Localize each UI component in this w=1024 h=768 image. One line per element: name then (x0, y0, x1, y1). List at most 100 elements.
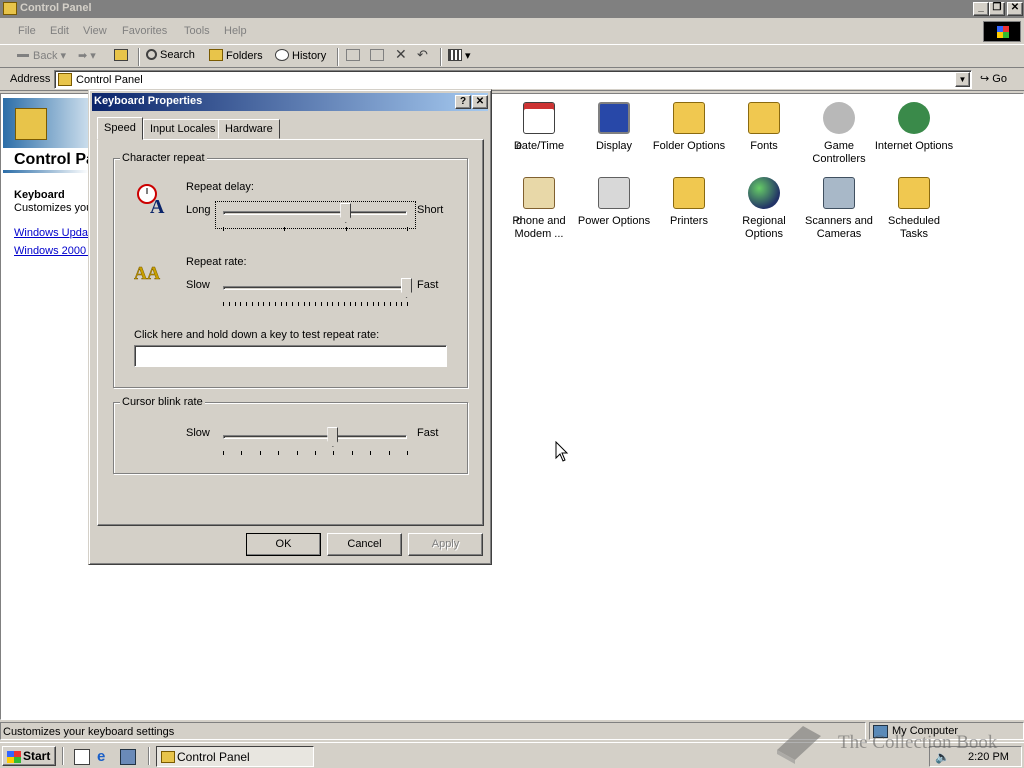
folders-button[interactable]: Folders (209, 49, 263, 62)
up-button[interactable] (114, 49, 131, 62)
help-button[interactable]: ? (455, 95, 471, 109)
minimize-button[interactable]: _ (973, 2, 989, 16)
tick-mark (407, 227, 408, 231)
svg-text:A: A (150, 196, 165, 215)
back-arrow-icon (16, 49, 30, 61)
tick-mark (315, 302, 316, 306)
blink-track (223, 435, 407, 439)
copy-to-button[interactable] (370, 49, 387, 62)
mouse-pointer-icon (555, 441, 569, 462)
tab-panel-speed: Character repeat A Repeat delay: Long Sh… (97, 139, 484, 526)
folder-tools-icon (673, 102, 705, 134)
taskbar-button-control-panel[interactable]: Control Panel (156, 746, 314, 767)
close-button[interactable]: ✕ (1007, 2, 1023, 16)
windows-update-link[interactable]: Windows Update (14, 227, 97, 239)
ok-button[interactable]: OK (246, 533, 321, 556)
power-plug-icon (598, 177, 630, 209)
test-repeat-input[interactable] (134, 345, 447, 367)
back-button[interactable]: Back ▾ (16, 49, 66, 62)
cursor-blink-label: Cursor blink rate (120, 396, 205, 408)
svg-text:AA: AA (134, 263, 160, 283)
menu-file[interactable]: File (18, 25, 36, 37)
menu-favorites[interactable]: Favorites (122, 25, 167, 37)
dialog-title-bar[interactable]: Keyboard Properties ? ✕ (92, 93, 488, 111)
forward-button[interactable]: ➡ ▾ (78, 49, 96, 62)
views-button[interactable]: ▾ (448, 49, 471, 62)
taskbar-separator (62, 747, 64, 765)
icon-phone-modem[interactable]: Phone and Modem ... (498, 177, 580, 241)
restore-button[interactable]: ❐ (989, 2, 1005, 16)
repeat-delay-max-label: Short (417, 204, 444, 216)
tick-mark (223, 451, 224, 455)
icon-printers[interactable]: Printers (648, 177, 730, 228)
repeat-rate-slider[interactable] (401, 278, 412, 298)
toolbar-separator (337, 48, 339, 66)
icon-label: Regional Options (742, 215, 786, 240)
tick-mark (389, 451, 390, 455)
icon-folder-options[interactable]: Folder Options (648, 102, 730, 153)
dialog-title: Keyboard Properties (94, 95, 203, 107)
tab-input-locales[interactable]: Input Locales (143, 119, 223, 139)
taskbar-separator (148, 747, 150, 765)
tick-mark (241, 451, 242, 455)
move-to-button[interactable] (346, 49, 363, 62)
tick-mark (344, 302, 345, 306)
tab-speed[interactable]: Speed (97, 117, 143, 140)
icon-scheduled-tasks[interactable]: Scheduled Tasks (873, 177, 955, 241)
apply-button[interactable]: Apply (408, 533, 483, 556)
icon-date-time[interactable]: Date/Time (498, 102, 580, 153)
outlook-express-icon[interactable] (120, 749, 136, 765)
repeat-rate-min-label: Slow (186, 279, 210, 291)
icon-label: Date/Time (513, 140, 565, 152)
fonts-folder-icon (748, 102, 780, 134)
search-button[interactable]: Search (146, 49, 195, 61)
internet-explorer-icon[interactable]: e (97, 749, 113, 765)
dialog-close-button[interactable]: ✕ (472, 95, 488, 109)
icon-label: Internet Options (874, 140, 954, 152)
cancel-button[interactable]: Cancel (327, 533, 402, 556)
history-button[interactable]: History (275, 49, 326, 62)
icon-power-options[interactable]: Power Options (573, 177, 655, 228)
repeat-rate-icon: AA (134, 263, 160, 284)
repeat-delay-icon: A (137, 184, 165, 215)
joystick-icon (823, 102, 855, 134)
blink-rate-slider[interactable] (327, 427, 339, 447)
tick-mark (407, 302, 408, 306)
show-desktop-icon[interactable] (74, 749, 90, 765)
tick-mark (297, 451, 298, 455)
icon-game-controllers[interactable]: Game Controllers (798, 102, 880, 166)
start-button[interactable]: Start (2, 746, 56, 766)
tick-mark (284, 227, 285, 231)
menu-view[interactable]: View (83, 25, 107, 37)
forward-arrow-icon: ➡ (78, 50, 88, 62)
menu-help[interactable]: Help (224, 25, 247, 37)
undo-icon[interactable]: ↶ (417, 47, 428, 63)
cursor-blink-group: Cursor blink rate Slow Fast (113, 396, 468, 474)
icon-fonts[interactable]: Fonts (723, 102, 805, 153)
address-label: Address (10, 73, 51, 85)
go-button[interactable]: ↪ Go (980, 72, 1007, 85)
start-label: Start (23, 749, 51, 763)
delete-icon[interactable]: ✕ (395, 46, 407, 63)
tab-hardware[interactable]: Hardware (218, 119, 280, 139)
tick-mark (286, 302, 287, 306)
menu-edit[interactable]: Edit (50, 25, 69, 37)
scanner-camera-icon (823, 177, 855, 209)
icon-internet-options[interactable]: Internet Options (873, 102, 955, 153)
address-dropdown-button[interactable]: ▼ (955, 72, 970, 87)
icon-display[interactable]: Display (573, 102, 655, 153)
tick-mark (333, 451, 334, 455)
icon-scanners-cameras[interactable]: Scanners and Cameras (798, 177, 880, 241)
task-label: Control Panel (177, 750, 250, 764)
window-title-bar[interactable]: Control Panel _ ❐ ✕ (0, 0, 1024, 18)
tick-mark (373, 302, 374, 306)
search-icon (146, 49, 157, 60)
menu-tools[interactable]: Tools (184, 25, 210, 37)
icon-regional-options[interactable]: Regional Options (723, 177, 805, 241)
control-panel-icon (161, 751, 175, 763)
tick-mark (258, 302, 259, 306)
go-arrow-icon: ↪ (980, 73, 990, 85)
tick-mark (298, 302, 299, 306)
address-field[interactable]: Control Panel ▼ (54, 70, 972, 89)
icon-label: Fonts (750, 140, 778, 152)
